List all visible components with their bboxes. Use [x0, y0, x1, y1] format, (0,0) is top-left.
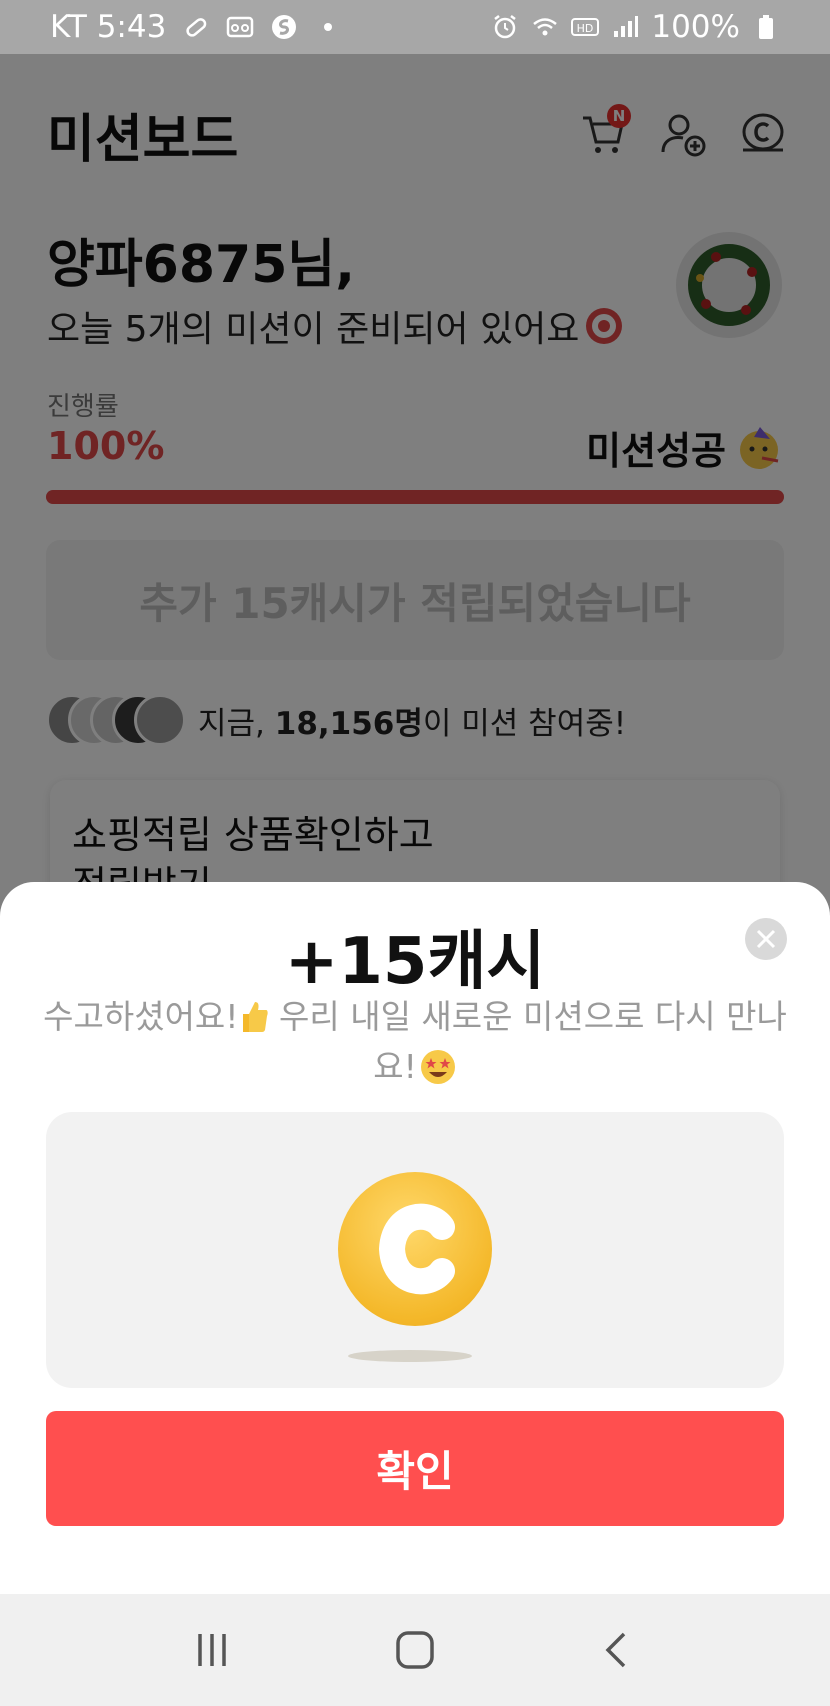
back-button[interactable]	[588, 1620, 648, 1680]
pill-icon	[186, 18, 207, 37]
star-eyes-face-icon	[420, 1050, 455, 1084]
reward-title: +15캐시	[284, 925, 546, 999]
battery-icon	[759, 15, 773, 39]
hd-icon: HD	[571, 18, 600, 36]
reward-bottom-sheet: +15캐시 수고하셨어요! 우리 내일 새로운 미션으로 다시 만나요! 확인	[0, 882, 830, 1594]
close-icon	[756, 929, 776, 949]
dot-icon	[324, 23, 333, 31]
alarm-icon	[494, 15, 517, 39]
navigation-bar	[0, 1594, 830, 1706]
recent-apps-button[interactable]	[182, 1620, 242, 1680]
reward-message-part2: 우리 내일 새로운 미션으로 다시 만나요!	[268, 997, 787, 1086]
status-bar: KT 5:43 HD 100%	[0, 0, 830, 54]
thumbs-up-icon	[242, 1002, 268, 1032]
voicemail-icon	[227, 16, 254, 38]
back-icon	[605, 1632, 626, 1668]
battery-percent: 100%	[651, 9, 740, 45]
coin-card	[46, 1112, 784, 1388]
close-button[interactable]	[745, 918, 787, 960]
signal-icon	[614, 16, 639, 37]
home-icon	[396, 1631, 434, 1669]
carrier-time: KT 5:43	[50, 9, 167, 45]
coin-shadow	[348, 1350, 472, 1362]
reward-message: 수고하셨어요! 우리 내일 새로운 미션으로 다시 만나요!	[40, 992, 790, 1092]
wifi-icon	[533, 18, 558, 36]
confirm-button[interactable]: 확인	[46, 1411, 784, 1526]
reward-message-part1: 수고하셨어요!	[43, 997, 239, 1036]
svg-text:HD: HD	[577, 22, 594, 35]
recent-apps-icon	[197, 1634, 226, 1666]
home-button[interactable]	[385, 1620, 445, 1680]
app-s-icon	[272, 15, 297, 39]
cash-coin-icon	[338, 1172, 492, 1326]
coin-c-icon	[378, 1203, 455, 1295]
